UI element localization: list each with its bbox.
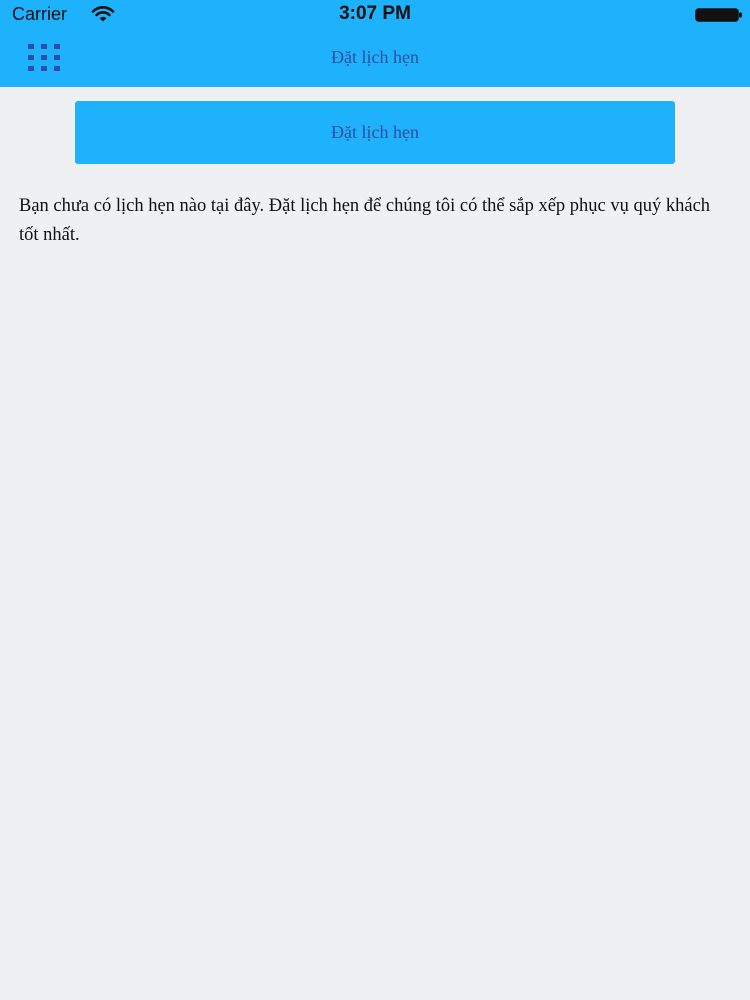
- status-time: 3:07 PM: [339, 3, 411, 24]
- empty-state-message: Bạn chưa có lịch hẹn nào tại đây. Đặt lị…: [19, 196, 711, 245]
- navigation-bar: Đặt lịch hẹn: [0, 28, 750, 87]
- page-title: Đặt lịch hẹn: [331, 47, 419, 67]
- battery-icon: [695, 8, 742, 22]
- book-appointment-button[interactable]: Đặt lịch hẹn: [75, 101, 675, 164]
- status-bar: Carrier 3:07 PM: [0, 0, 750, 28]
